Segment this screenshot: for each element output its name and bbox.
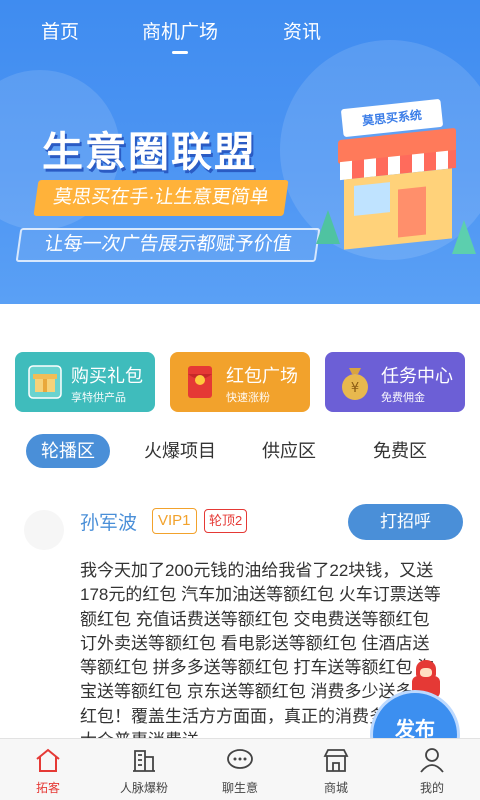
nav-mine[interactable]: 我的 (384, 739, 480, 800)
person-icon (418, 747, 446, 773)
card-subtitle: 免费佣金 (381, 392, 425, 404)
avatar[interactable] (24, 510, 64, 550)
store-icon (322, 747, 350, 773)
tab-home[interactable]: 首页 (41, 17, 79, 44)
banner-subtitle: 莫思买在手·让生意更简单 (33, 180, 289, 216)
gift-box-icon (25, 360, 65, 404)
card-title: 红包广场 (226, 366, 298, 386)
card-task-center[interactable]: ¥ 任务中心 免费佣金 (325, 352, 465, 412)
tab-supply-zone[interactable]: 供应区 (262, 434, 316, 468)
header-banner-area: 首页 商机广场 资讯 生意圈联盟 莫思买在手·让生意更简单 让每一次广告展示都赋… (0, 0, 480, 304)
fortune-god-face (420, 668, 432, 677)
bottom-nav: 拓客 人脉爆粉 聊生意 商城 我的 (0, 738, 480, 800)
nav-label: 商城 (323, 781, 348, 795)
card-buy-gift-pack[interactable]: 购买礼包 享特供产品 (15, 352, 155, 412)
post-line: 额红包 充值话费送等额红包 交电费送等额红包 (80, 609, 430, 629)
author-name[interactable]: 孙军波 (80, 508, 137, 535)
nav-customer-acquisition[interactable]: 拓客 (0, 739, 96, 800)
tree-icon (316, 210, 340, 244)
vip-badge: VIP1 (152, 508, 197, 534)
banner-tagline: 让每一次广告展示都赋予价值 (15, 228, 321, 262)
red-envelope-icon (180, 360, 220, 404)
post-line: 178元的红包 汽车加油送等额红包 火车订票送等 (80, 585, 441, 605)
section-tabs: 轮播区 火爆项目 供应区 免费区 (0, 434, 480, 470)
post-line: 订外卖送等额红包 看电影送等额红包 住酒店送 (80, 633, 430, 653)
card-title: 任务中心 (381, 366, 453, 386)
nav-business-chat[interactable]: 聊生意 (192, 739, 288, 800)
chat-bubble-icon (226, 747, 254, 773)
svg-text:¥: ¥ (351, 381, 359, 396)
building-icon (130, 747, 158, 773)
nav-label: 拓客 (35, 781, 60, 795)
shop-illustration: 莫思买系统 (316, 90, 476, 260)
tree-icon (452, 220, 476, 254)
card-title: 购买礼包 (71, 366, 143, 386)
tab-news[interactable]: 资讯 (283, 17, 321, 44)
top-nav: 首页 商机广场 资讯 (0, 0, 480, 62)
tab-business-square[interactable]: 商机广场 (142, 17, 218, 54)
nav-label: 聊生意 (221, 781, 258, 795)
card-red-envelope-square[interactable]: 红包广场 快速涨粉 (170, 352, 310, 412)
nav-contacts-growth[interactable]: 人脉爆粉 (96, 739, 192, 800)
tab-free-zone[interactable]: 免费区 (373, 434, 427, 468)
feature-cards: 购买礼包 享特供产品 红包广场 快速涨粉 ¥ 任务中心 免费佣金 (0, 352, 480, 416)
shop-door (398, 186, 426, 238)
post-line: 我今天加了200元钱的油给我省了22块钱，又送 (80, 561, 434, 580)
nav-label: 我的 (419, 781, 444, 795)
home-icon (34, 747, 62, 773)
shop-window (354, 182, 390, 216)
card-subtitle: 享特供产品 (71, 392, 126, 404)
tab-hot-projects[interactable]: 火爆项目 (144, 434, 216, 468)
money-bag-icon: ¥ (335, 360, 375, 404)
nav-mall[interactable]: 商城 (288, 739, 384, 800)
card-subtitle: 快速涨粉 (226, 392, 270, 404)
banner-title: 生意圈联盟 (42, 129, 257, 175)
tab-carousel-zone[interactable]: 轮播区 (26, 434, 110, 468)
top-badge: 轮顶2 (204, 509, 248, 533)
greet-button[interactable]: 打招呼 (348, 504, 463, 540)
nav-label: 人脉爆粉 (119, 781, 168, 795)
